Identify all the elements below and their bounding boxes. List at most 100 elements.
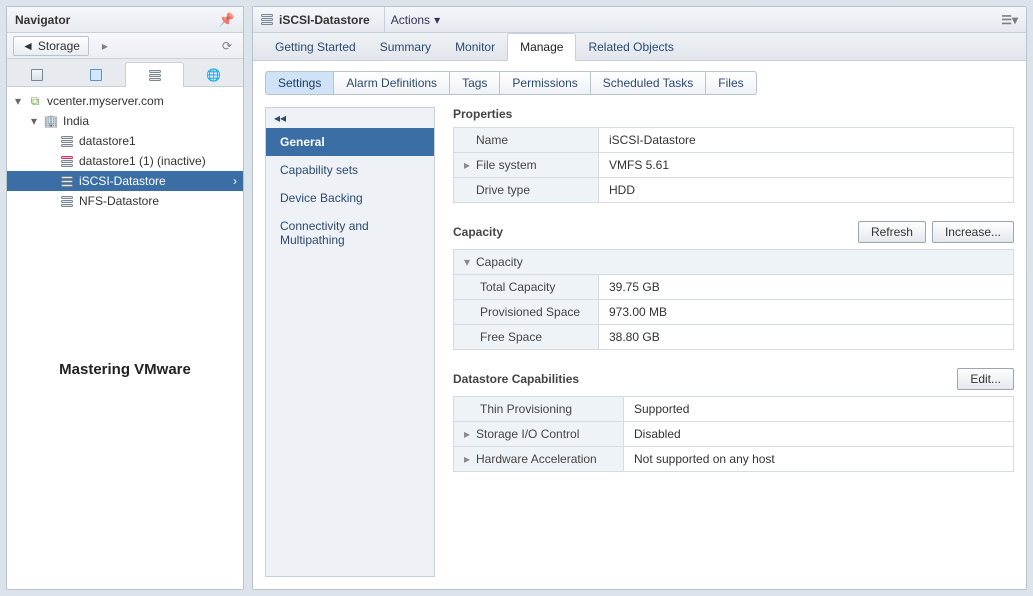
- tab-monitor[interactable]: Monitor: [443, 34, 507, 60]
- subtab-permissions[interactable]: Permissions: [499, 71, 590, 95]
- tab-manage[interactable]: Manage: [507, 33, 576, 61]
- edit-button[interactable]: Edit...: [957, 368, 1014, 390]
- datastore-icon: [59, 136, 75, 147]
- prop-value: VMFS 5.61: [599, 153, 1014, 178]
- actions-menu[interactable]: Actions ▾: [384, 7, 446, 32]
- nav-tab-hosts[interactable]: [7, 62, 66, 87]
- sub-tabs: Settings Alarm Definitions Tags Permissi…: [253, 61, 1026, 95]
- properties-heading: Properties: [453, 107, 1014, 121]
- expand-icon: ▸: [464, 452, 472, 466]
- side-item-device-backing[interactable]: Device Backing: [266, 184, 434, 212]
- tab-related-objects[interactable]: Related Objects: [576, 34, 685, 60]
- subtab-files[interactable]: Files: [705, 71, 756, 95]
- page-title: iSCSI-Datastore: [279, 13, 370, 27]
- capab-row-thin: Thin Provisioning Supported: [454, 397, 1014, 422]
- capabilities-table: Thin Provisioning Supported ▸ Storage I/O…: [453, 396, 1014, 472]
- prop-row-drivetype: Drive type HDD: [454, 178, 1014, 203]
- prop-key: Name: [476, 133, 508, 147]
- tree-row-datastore[interactable]: NFS-Datastore: [7, 191, 243, 211]
- capabilities-heading: Datastore Capabilities: [453, 372, 579, 386]
- hosts-icon: [31, 69, 43, 81]
- capab-key: Storage I/O Control: [476, 427, 579, 441]
- tree-row-vcenter[interactable]: ▾ ⧉ vcenter.myserver.com: [7, 91, 243, 111]
- twisty-icon: ▾: [29, 114, 39, 128]
- cap-key: Free Space: [480, 330, 542, 344]
- increase-button[interactable]: Increase...: [932, 221, 1014, 243]
- subtab-alarm-definitions[interactable]: Alarm Definitions: [333, 71, 450, 95]
- subtab-settings[interactable]: Settings: [265, 71, 334, 95]
- pin-icon[interactable]: 📌: [219, 12, 235, 28]
- breadcrumb-back[interactable]: ◄ Storage: [13, 36, 89, 56]
- capab-key: Hardware Acceleration: [476, 452, 597, 466]
- side-item-general[interactable]: General: [266, 128, 434, 156]
- capab-value: Disabled: [624, 422, 1014, 447]
- top-tabs: Getting Started Summary Monitor Manage R…: [253, 33, 1026, 61]
- tree-row-datastore[interactable]: datastore1 (1) (inactive): [7, 151, 243, 171]
- cap-row-total: Total Capacity 39.75 GB: [454, 275, 1014, 300]
- nav-tab-vms[interactable]: [66, 62, 125, 87]
- double-chevron-left-icon: ◂◂: [274, 111, 286, 125]
- capab-row-hwaccel[interactable]: ▸Hardware Acceleration Not supported on …: [454, 447, 1014, 472]
- navigator-panel: Navigator 📌 ◄ Storage ▸ ⟳ 🌐 ▾ ⧉ vcenter.…: [6, 6, 244, 590]
- refresh-button[interactable]: Refresh: [858, 221, 926, 243]
- navigator-tree: ▾ ⧉ vcenter.myserver.com ▾ 🏢 India datas…: [7, 87, 243, 589]
- breadcrumb-label: Storage: [38, 39, 80, 53]
- tree-label: vcenter.myserver.com: [47, 94, 164, 108]
- main-header: iSCSI-Datastore Actions ▾ ☰▾: [253, 7, 1026, 33]
- cap-value: 38.80 GB: [599, 325, 1014, 350]
- tab-getting-started[interactable]: Getting Started: [263, 34, 368, 60]
- cap-row-free: Free Space 38.80 GB: [454, 325, 1014, 350]
- navigator-title: Navigator: [15, 13, 70, 27]
- datacenter-icon: 🏢: [43, 114, 59, 128]
- panel-menu-icon[interactable]: ☰▾: [1001, 13, 1018, 27]
- prop-key: File system: [476, 158, 537, 172]
- watermark: Mastering VMware: [7, 361, 243, 378]
- chevron-right-icon: ›: [233, 174, 237, 188]
- expand-icon: ▸: [464, 427, 472, 441]
- capab-key: Thin Provisioning: [480, 402, 572, 416]
- datastore-icon: [59, 176, 75, 187]
- side-item-connectivity-multipathing[interactable]: Connectivity and Multipathing: [266, 212, 434, 254]
- tree-row-datacenter[interactable]: ▾ 🏢 India: [7, 111, 243, 131]
- prop-key: Drive type: [476, 183, 530, 197]
- cap-row-provisioned: Provisioned Space 973.00 MB: [454, 300, 1014, 325]
- main-panel: iSCSI-Datastore Actions ▾ ☰▾ Getting Sta…: [252, 6, 1027, 590]
- prop-value: HDD: [599, 178, 1014, 203]
- tree-label: India: [63, 114, 89, 128]
- vcenter-icon: ⧉: [27, 94, 43, 109]
- cap-value: 39.75 GB: [599, 275, 1014, 300]
- expand-icon: ▸: [464, 158, 472, 172]
- nav-tab-storage[interactable]: [125, 62, 184, 87]
- tab-summary[interactable]: Summary: [368, 34, 443, 60]
- chevron-left-icon: ◄: [22, 39, 34, 53]
- nav-tab-networking[interactable]: 🌐: [184, 62, 243, 87]
- capacity-table: ▾ Capacity Total Capacity 39.75 GB Provis…: [453, 249, 1014, 350]
- chevron-down-icon: ▾: [434, 13, 440, 27]
- tree-label: datastore1 (1) (inactive): [79, 154, 206, 168]
- navigator-tabs: 🌐: [7, 59, 243, 87]
- tree-row-datastore-selected[interactable]: iSCSI-Datastore ›: [7, 171, 243, 191]
- capacity-group-row[interactable]: ▾ Capacity: [454, 250, 1014, 275]
- network-icon: 🌐: [206, 68, 221, 82]
- side-item-capability-sets[interactable]: Capability sets: [266, 156, 434, 184]
- breadcrumb-forward[interactable]: ▸: [95, 36, 115, 56]
- prop-row-filesystem[interactable]: ▸ File system VMFS 5.61: [454, 153, 1014, 178]
- cap-value: 973.00 MB: [599, 300, 1014, 325]
- properties-table: Name iSCSI-Datastore ▸File system VMFS 5…: [453, 127, 1014, 203]
- subtab-scheduled-tasks[interactable]: Scheduled Tasks: [590, 71, 707, 95]
- capacity-group-label: Capacity: [476, 255, 523, 269]
- subtab-tags[interactable]: Tags: [449, 71, 500, 95]
- cap-key: Provisioned Space: [480, 305, 580, 319]
- tree-row-datastore[interactable]: datastore1: [7, 131, 243, 151]
- capab-value: Supported: [624, 397, 1014, 422]
- tree-label: datastore1: [79, 134, 136, 148]
- capab-row-sioc[interactable]: ▸ Storage I/O Control Disabled: [454, 422, 1014, 447]
- collapse-icon: ▾: [464, 255, 472, 269]
- refresh-icon[interactable]: ⟳: [217, 36, 237, 56]
- collapse-side-menu[interactable]: ◂◂: [266, 108, 434, 128]
- navigator-header: Navigator 📌: [7, 7, 243, 33]
- tree-label: NFS-Datastore: [79, 194, 159, 208]
- capacity-heading: Capacity: [453, 225, 503, 239]
- vms-icon: [90, 69, 102, 81]
- tree-label: iSCSI-Datastore: [79, 174, 166, 188]
